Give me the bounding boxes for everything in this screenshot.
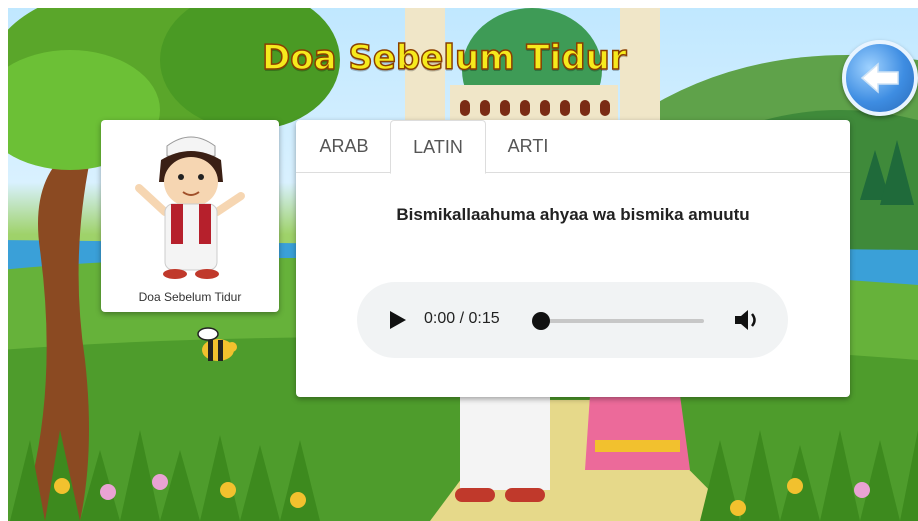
card-caption: Doa Sebelum Tidur — [138, 290, 242, 304]
play-icon[interactable] — [385, 308, 409, 332]
latin-text: Bismikallaahuma ahyaa wa bismika amuutu — [396, 205, 750, 224]
frame-left — [0, 0, 8, 521]
volume-icon[interactable] — [733, 308, 761, 332]
seek-thumb[interactable] — [532, 312, 550, 330]
seek-bar[interactable] — [542, 319, 704, 323]
arrow-left-icon — [860, 62, 899, 94]
back-button[interactable] — [842, 40, 918, 116]
prayer-card: Doa Sebelum Tidur — [101, 120, 279, 312]
tab-bar: ARAB LATIN ARTI — [296, 120, 850, 174]
boy-illustration — [135, 136, 245, 279]
tab-latin[interactable]: LATIN — [390, 120, 486, 174]
tab-arab[interactable]: ARAB — [306, 120, 382, 172]
prayer-panel: ARAB LATIN ARTI Bismikallaahuma ahyaa wa… — [296, 120, 850, 397]
time-display: 0:00 / 0:15 — [424, 310, 500, 327]
page-title: Doa Sebelum Tidur — [261, 37, 627, 79]
audio-player: 0:00 / 0:15 — [357, 282, 788, 358]
tab-arti[interactable]: ARTI — [492, 120, 564, 172]
frame-top — [0, 0, 918, 8]
